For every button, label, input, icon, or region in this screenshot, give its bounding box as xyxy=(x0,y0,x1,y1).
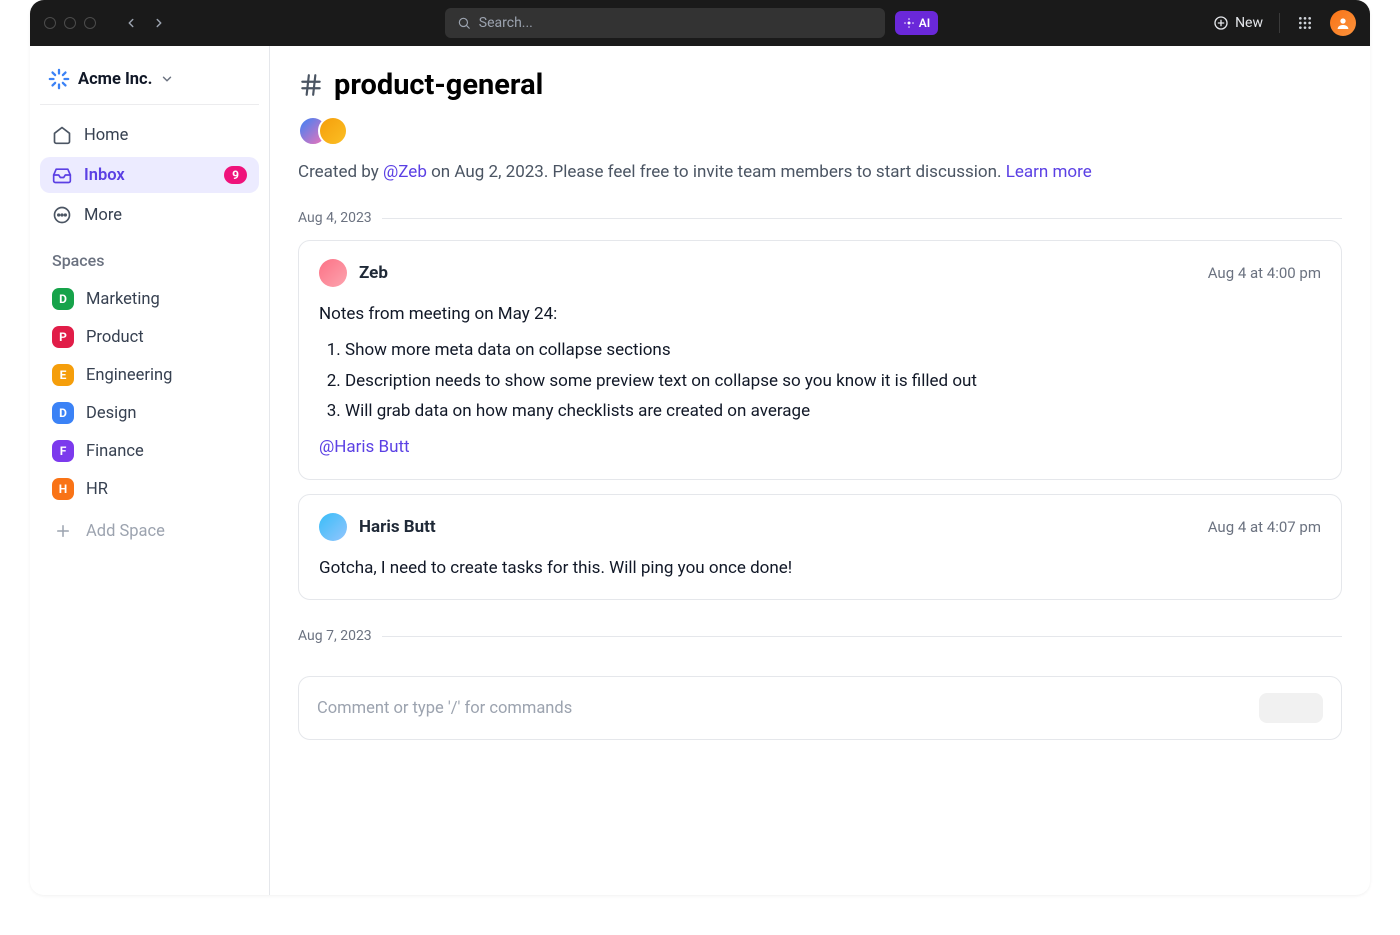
message-time: Aug 4 at 4:00 pm xyxy=(1208,264,1321,282)
space-item[interactable]: P Product xyxy=(40,318,259,356)
message-body: Gotcha, I need to create tasks for this.… xyxy=(319,555,1321,581)
space-chip: F xyxy=(52,440,74,462)
hash-icon xyxy=(298,72,324,98)
user-avatar[interactable] xyxy=(1330,10,1356,36)
space-item[interactable]: D Design xyxy=(40,394,259,432)
main-content: product-general Created by @Zeb on Aug 2… xyxy=(270,46,1370,895)
nav-label: More xyxy=(84,206,122,225)
channel-meta: Created by @Zeb on Aug 2, 2023. Please f… xyxy=(298,162,1342,182)
message-body: Notes from meeting on May 24: Show more … xyxy=(319,301,1321,461)
space-chip: E xyxy=(52,364,74,386)
space-chip: P xyxy=(52,326,74,348)
plus-icon xyxy=(52,520,74,542)
new-button[interactable]: New xyxy=(1213,15,1263,31)
space-label: Marketing xyxy=(86,290,160,309)
comment-composer[interactable]: Comment or type '/' for commands xyxy=(298,676,1342,740)
divider xyxy=(1279,13,1280,33)
search-input[interactable]: Search... xyxy=(445,8,885,38)
member-avatar xyxy=(318,116,348,146)
space-chip: H xyxy=(52,478,74,500)
nav-forward-button[interactable] xyxy=(148,12,170,34)
home-icon xyxy=(52,125,72,145)
nav-label: Home xyxy=(84,126,128,145)
channel-name: product-general xyxy=(334,68,543,102)
learn-more-link[interactable]: Learn more xyxy=(1006,162,1092,182)
space-label: Engineering xyxy=(86,366,172,385)
date-separator: Aug 4, 2023 xyxy=(298,210,1342,226)
traffic-close[interactable] xyxy=(44,17,56,29)
date-separator: Aug 7, 2023 xyxy=(298,628,1342,644)
message-time: Aug 4 at 4:07 pm xyxy=(1208,518,1321,536)
add-space-label: Add Space xyxy=(86,522,165,541)
workspace-logo-icon xyxy=(48,68,70,90)
sidebar: Acme Inc. Home Inbox 9 xyxy=(30,46,270,895)
traffic-minimize[interactable] xyxy=(64,17,76,29)
author-name: Zeb xyxy=(359,263,388,283)
author-name: Haris Butt xyxy=(359,517,436,537)
search-icon xyxy=(457,16,471,30)
message[interactable]: Haris Butt Aug 4 at 4:07 pm Gotcha, I ne… xyxy=(298,494,1342,600)
list-item: Show more meta data on collapse sections xyxy=(345,337,1321,363)
member-avatars[interactable] xyxy=(298,116,1342,146)
grid-icon xyxy=(1297,15,1313,31)
send-button[interactable] xyxy=(1259,693,1323,723)
author-avatar xyxy=(319,259,347,287)
window-controls xyxy=(44,17,96,29)
app-window: Search... AI New xyxy=(30,0,1370,895)
topbar: Search... AI New xyxy=(30,0,1370,46)
channel-title: product-general xyxy=(298,68,1342,102)
app-grid-button[interactable] xyxy=(1296,14,1314,32)
add-space-button[interactable]: Add Space xyxy=(40,512,259,550)
space-item[interactable]: D Marketing xyxy=(40,280,259,318)
space-item[interactable]: H HR xyxy=(40,470,259,508)
space-label: HR xyxy=(86,480,108,499)
creator-mention[interactable]: @Zeb xyxy=(383,162,427,182)
search-placeholder: Search... xyxy=(479,15,533,31)
traffic-maximize[interactable] xyxy=(84,17,96,29)
space-chip: D xyxy=(52,402,74,424)
chevron-down-icon xyxy=(160,72,174,86)
plus-circle-icon xyxy=(1213,15,1229,31)
workspace-switcher[interactable]: Acme Inc. xyxy=(40,60,259,105)
sparkle-icon xyxy=(903,17,915,29)
composer-placeholder: Comment or type '/' for commands xyxy=(317,699,572,718)
space-item[interactable]: E Engineering xyxy=(40,356,259,394)
space-chip: D xyxy=(52,288,74,310)
message[interactable]: Zeb Aug 4 at 4:00 pm Notes from meeting … xyxy=(298,240,1342,480)
nav-inbox[interactable]: Inbox 9 xyxy=(40,157,259,193)
nav-home[interactable]: Home xyxy=(40,117,259,153)
space-item[interactable]: F Finance xyxy=(40,432,259,470)
workspace-name: Acme Inc. xyxy=(78,70,152,89)
inbox-badge: 9 xyxy=(224,166,247,184)
inbox-icon xyxy=(52,165,72,185)
more-icon xyxy=(52,205,72,225)
spaces-heading: Spaces xyxy=(40,237,259,276)
space-label: Finance xyxy=(86,442,144,461)
author-avatar xyxy=(319,513,347,541)
list-item: Description needs to show some preview t… xyxy=(345,368,1321,394)
nav-label: Inbox xyxy=(84,166,125,185)
nav-more[interactable]: More xyxy=(40,197,259,233)
user-mention[interactable]: @Haris Butt xyxy=(319,437,410,457)
list-item: Will grab data on how many checklists ar… xyxy=(345,398,1321,424)
ai-button[interactable]: AI xyxy=(895,11,938,35)
nav-back-button[interactable] xyxy=(120,12,142,34)
space-label: Product xyxy=(86,328,144,347)
space-label: Design xyxy=(86,404,136,423)
